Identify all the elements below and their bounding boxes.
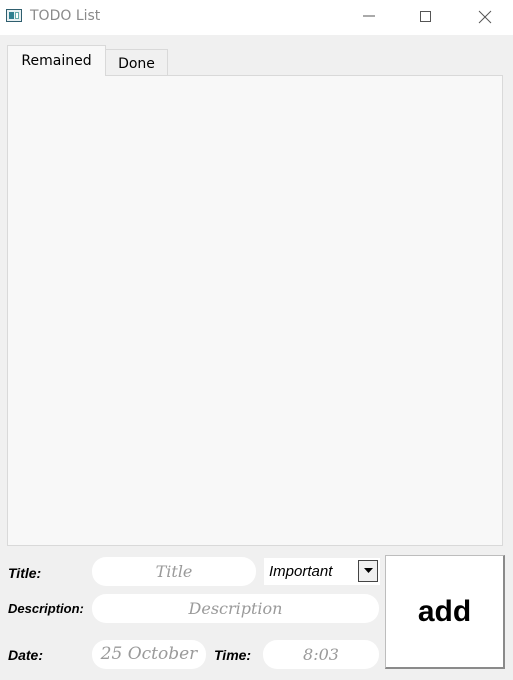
description-input[interactable] [92,594,379,623]
priority-select[interactable]: Important [264,558,380,585]
chevron-down-icon [364,568,373,573]
window-title: TODO List [30,8,101,24]
close-icon [478,10,492,24]
date-field[interactable]: 25 October [92,640,206,669]
maximize-icon [420,11,431,22]
time-field[interactable]: 8:03 [263,640,379,669]
date-label: Date: [8,647,44,663]
priority-select-value: Important [269,563,333,580]
minimize-icon [363,15,375,17]
dropdown-arrow-button[interactable] [358,560,378,582]
description-label: Description: [8,601,84,616]
app-window-icon [6,9,22,22]
add-button[interactable]: add [385,555,505,669]
remained-task-list [7,75,503,546]
maximize-button[interactable] [403,0,449,35]
title-label: Title: [8,565,42,581]
time-label: Time: [214,647,252,663]
tab-remained[interactable]: Remained [7,45,106,76]
close-button[interactable] [462,0,508,35]
minimize-button[interactable] [346,0,392,35]
tab-done[interactable]: Done [105,49,168,76]
title-input[interactable] [92,557,256,586]
title-bar: TODO List [0,0,513,35]
